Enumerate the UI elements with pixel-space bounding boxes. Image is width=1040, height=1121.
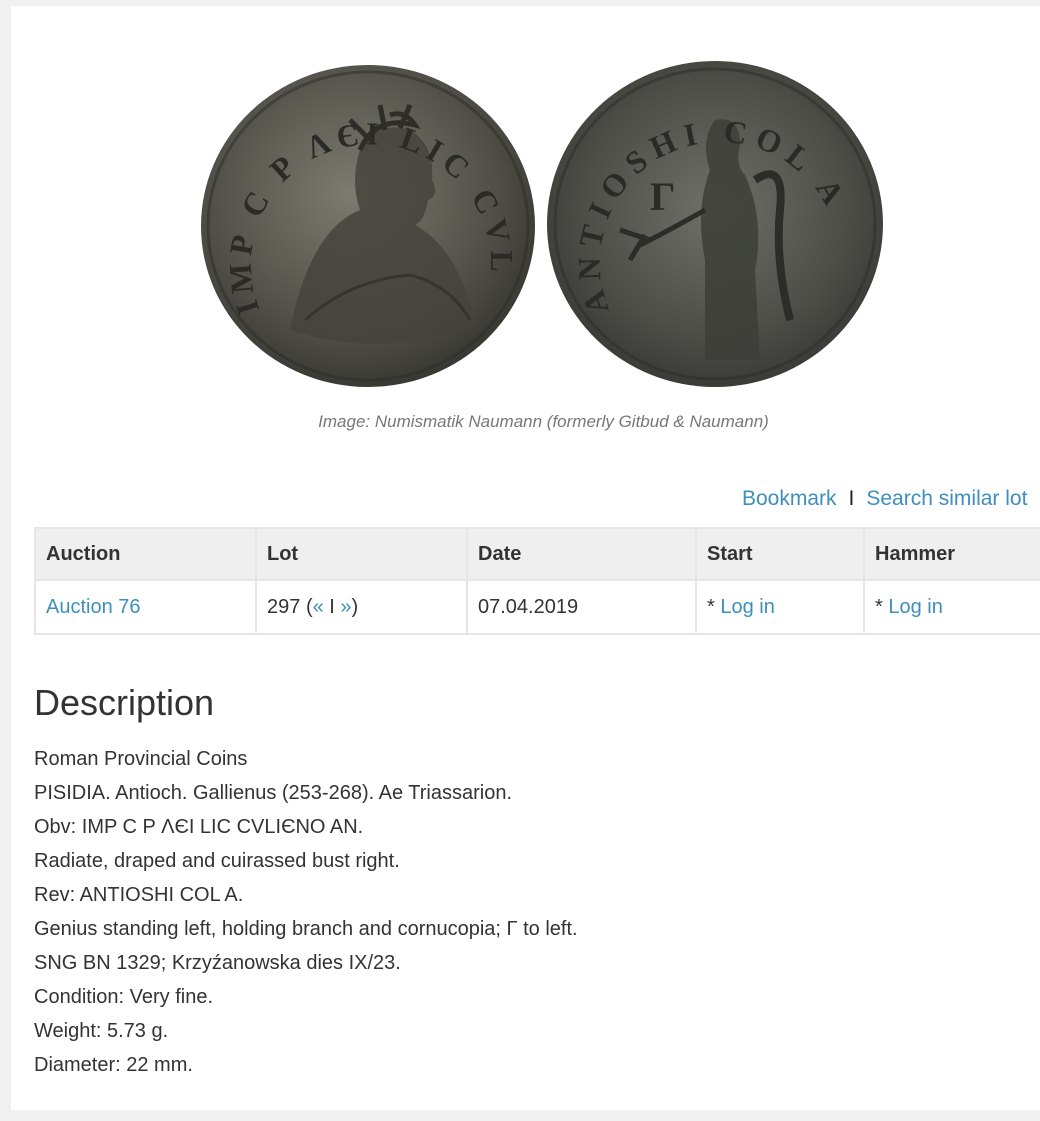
cell-hammer: * Log in [863, 579, 1040, 635]
cell-lot: 297 (« I ») [255, 579, 468, 635]
header-lot: Lot [255, 527, 468, 581]
next-lot-link[interactable]: » [340, 596, 351, 618]
description-line: Diameter: 22 mm. [34, 1054, 193, 1076]
cell-date: 07.04.2019 [466, 579, 697, 635]
lot-table: Auction Lot Date Start Hammer Auction 76… [34, 527, 1040, 635]
image-caption: Image: Numismatik Naumann (formerly Gitb… [318, 412, 769, 431]
lot-number: 297 [267, 595, 301, 618]
lot-nav-close: ) [351, 595, 359, 618]
coin-image[interactable]: IMP C P ΛЄI LIC CVLIЄNO AN Γ ANTIOSHI CO… [200, 60, 890, 390]
svg-text:Γ: Γ [650, 174, 675, 219]
auction-link[interactable]: Auction 76 [46, 596, 141, 618]
header-date: Date [466, 527, 697, 581]
description-line: PISIDIA. Antioch. Gallienus (253-268). A… [34, 782, 513, 804]
description-line: SNG BN 1329; Krzyźanowska dies IX/23. [34, 952, 401, 974]
description-body: Roman Provincial Coins PISIDIA. Antioch.… [34, 742, 578, 1082]
start-login-link[interactable]: Log in [720, 596, 775, 618]
hammer-asterisk: * [875, 595, 883, 618]
cell-start: * Log in [695, 579, 865, 635]
coin-reverse: Γ ANTIOSHI COL A [547, 61, 883, 387]
description-line: Roman Provincial Coins [34, 748, 248, 770]
lot-nav-open: ( [305, 595, 313, 618]
actions-separator: I [848, 487, 855, 510]
bookmark-link[interactable]: Bookmark [742, 487, 837, 510]
description-line: Obv: IMP C P ΛЄI LIC CVLIЄNO AN. [34, 816, 364, 838]
cell-auction: Auction 76 [34, 579, 257, 635]
table-row: Auction 76 297 (« I ») 07.04.2019 * Log … [34, 579, 1040, 635]
header-hammer: Hammer [863, 527, 1040, 581]
description-line: Condition: Very fine. [34, 986, 213, 1008]
search-similar-lot-link[interactable]: Search similar lot [866, 487, 1027, 510]
description-line: Radiate, draped and cuirassed bust right… [34, 850, 400, 872]
description-line: Genius standing left, holding branch and… [34, 918, 578, 940]
hammer-login-link[interactable]: Log in [888, 596, 943, 618]
previous-lot-link[interactable]: « [313, 596, 324, 618]
coin-obverse: IMP C P ΛЄI LIC CVLIЄNO AN [200, 60, 535, 387]
lot-actions: Bookmark I Search similar lot [742, 487, 1027, 511]
description-title: Description [34, 682, 215, 723]
header-auction: Auction [34, 527, 257, 581]
start-asterisk: * [707, 595, 715, 618]
header-start: Start [695, 527, 865, 581]
description-line: Weight: 5.73 g. [34, 1020, 169, 1042]
table-header-row: Auction Lot Date Start Hammer [34, 527, 1040, 581]
lot-nav-separator: I [329, 595, 335, 618]
description-line: Rev: ANTIOSHI COL A. [34, 884, 244, 906]
